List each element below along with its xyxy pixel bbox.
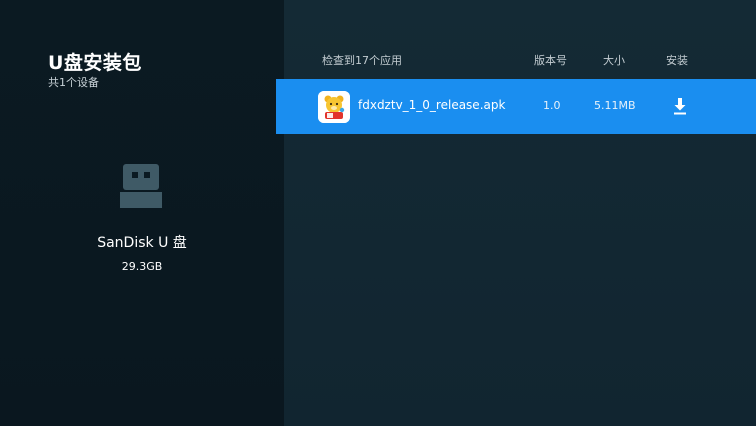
app-name: fdxdztv_1_0_release.apk [358, 98, 506, 112]
app-icon-bear [318, 91, 350, 123]
version-column-header: 版本号 [534, 54, 567, 67]
download-icon[interactable] [672, 96, 688, 116]
device-capacity: 29.3GB [121, 260, 163, 273]
device-name[interactable]: SanDisk U 盘 [0, 232, 284, 252]
page-title: U盘安装包 [48, 52, 142, 74]
list-item[interactable]: fdxdztv_1_0_release.apk 1.0 5.11MB [276, 79, 756, 134]
app-version: 1.0 [543, 99, 561, 112]
device-count: 共1个设备 [48, 76, 99, 89]
app-size: 5.11MB [594, 99, 636, 112]
app-count-header: 检查到17个应用 [322, 54, 402, 67]
size-column-header: 大小 [603, 54, 625, 67]
install-column-header: 安装 [666, 54, 688, 67]
device-sidebar: U盘安装包 共1个设备 SanDisk U 盘 29.3GB [0, 0, 284, 426]
usb-drive-icon[interactable] [120, 164, 162, 210]
